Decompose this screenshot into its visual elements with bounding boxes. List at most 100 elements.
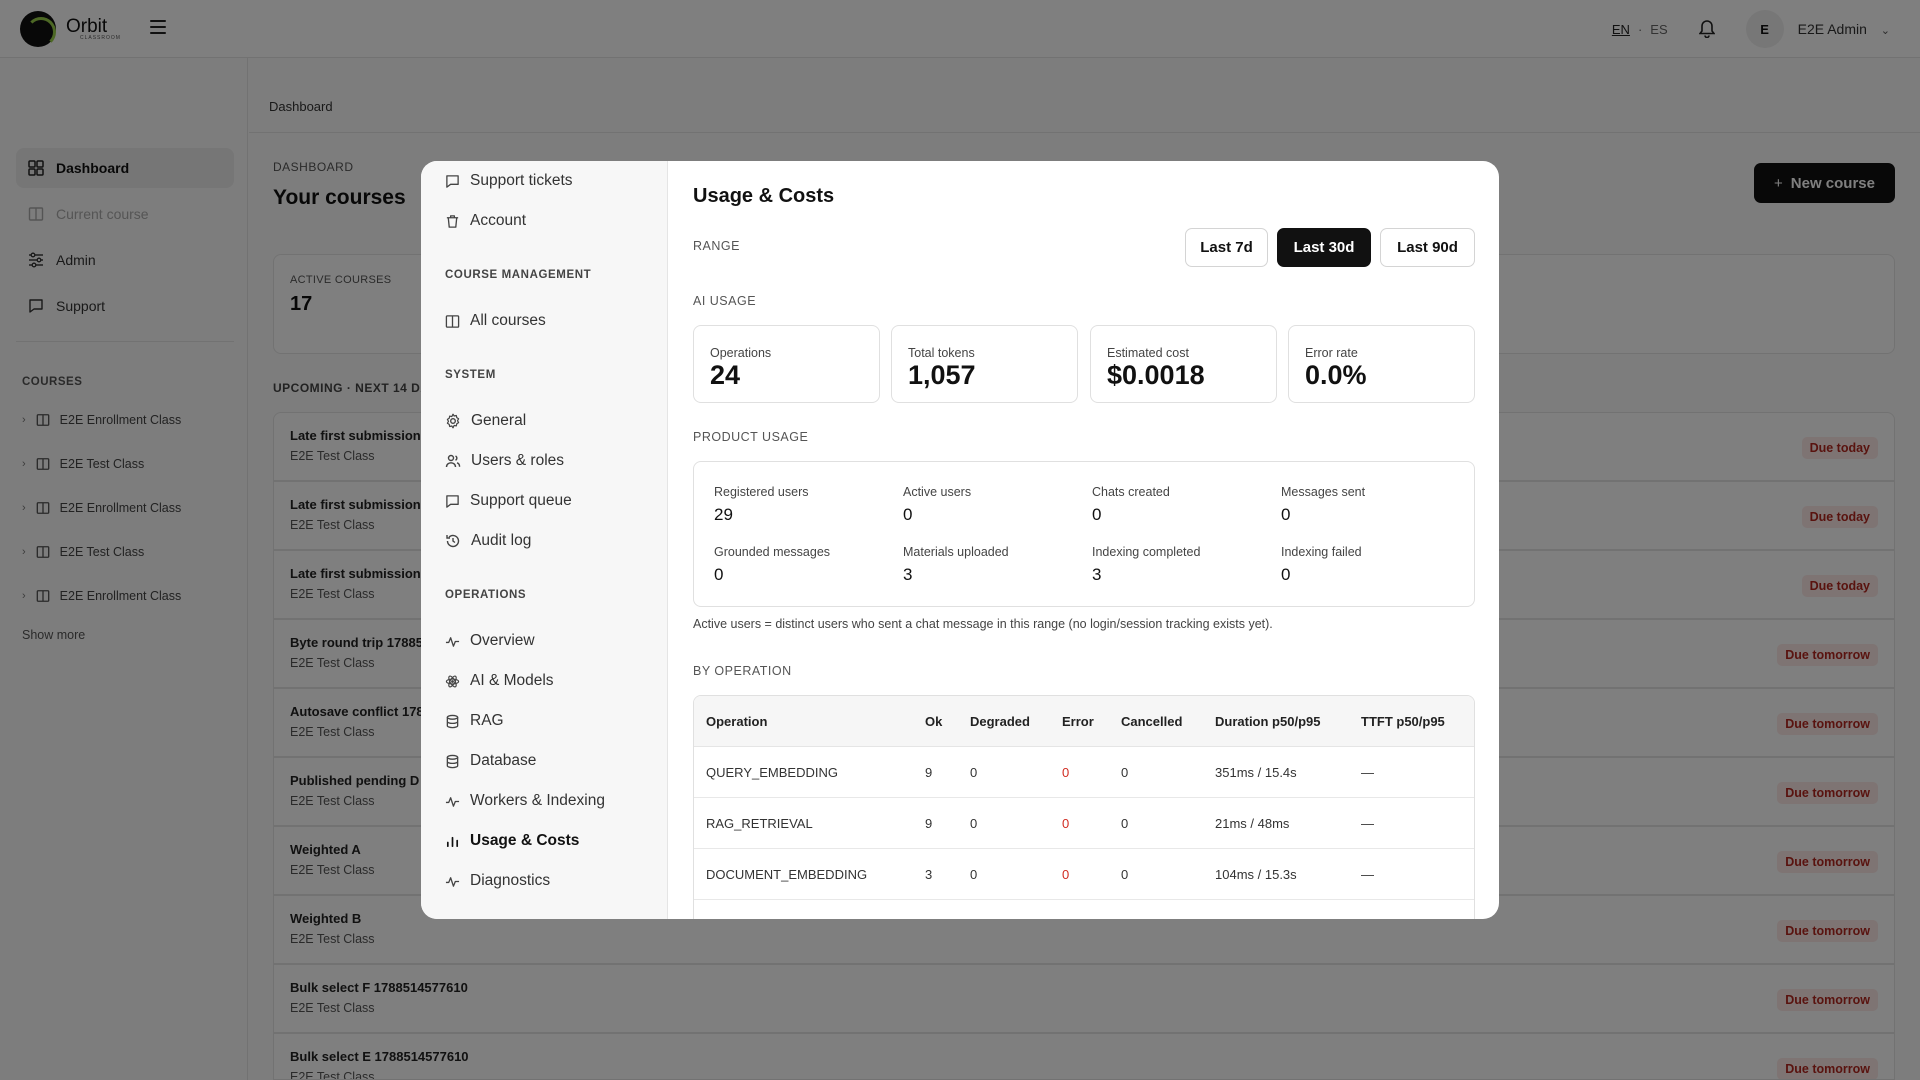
kpi-error-rate: Error rate 0.0% [1288, 325, 1475, 403]
admin-modal: Support tickets Account COURSE MANAGEMEN… [421, 161, 1499, 919]
course-management-section-label: COURSE MANAGEMENT [445, 269, 592, 281]
chat-bubble-icon [446, 174, 459, 188]
trash-icon [446, 214, 459, 228]
column-header[interactable]: Operation [706, 714, 767, 729]
nav-item-label: Database [470, 752, 537, 769]
nav-item-all-courses[interactable]: All courses [445, 312, 546, 330]
activity-icon [445, 876, 460, 887]
cell-operation: RAG_RETRIEVAL [706, 816, 813, 831]
activity-icon [445, 636, 460, 647]
modal-nav: Support tickets Account COURSE MANAGEMEN… [421, 161, 668, 919]
chat-bubble-icon [446, 494, 459, 508]
cell-error: 0 [1062, 765, 1070, 780]
nav-item-general[interactable]: General [445, 412, 526, 430]
kpi-value: $0.0018 [1107, 360, 1205, 390]
table-row: QUERY_EMBEDDING 9 0 0 0 351ms / 15.4s — [694, 747, 1474, 798]
nav-item-support-tickets[interactable]: Support tickets [445, 172, 573, 190]
cell-operation: DOCUMENT_EMBEDDING [706, 867, 868, 882]
atom-icon [445, 675, 460, 687]
metric-label: Messages sent [1281, 485, 1366, 499]
nav-item-label: Usage & Costs [470, 832, 580, 849]
nav-item-audit-log[interactable]: Audit log [445, 532, 531, 550]
nav-item-overview[interactable]: Overview [445, 632, 535, 650]
column-header[interactable]: Degraded [970, 714, 1030, 729]
column-header[interactable]: Duration p50/p95 [1215, 714, 1320, 729]
metric-label: Registered users [714, 485, 809, 499]
operations-section-label: OPERATIONS [445, 589, 527, 601]
kpi-label: Estimated cost [1107, 346, 1189, 360]
metric-grounded-messages: Grounded messages 0 [714, 545, 894, 585]
range-30d-button[interactable]: Last 30d [1277, 228, 1371, 267]
nav-item-label: All courses [470, 312, 546, 329]
metric-value: 0 [1092, 505, 1102, 524]
nav-item-label: RAG [470, 712, 504, 729]
column-header[interactable]: Error [1062, 714, 1094, 729]
column-header[interactable]: Cancelled [1121, 714, 1182, 729]
nav-item-account[interactable]: Account [445, 212, 526, 230]
ai-usage-label: AI USAGE [693, 294, 757, 308]
cell-ok: 3 [925, 867, 933, 882]
nav-item-label: Diagnostics [470, 872, 551, 889]
cell-ttft: — [1361, 765, 1374, 780]
history-icon [446, 534, 460, 548]
kpi-total-tokens: Total tokens 1,057 [891, 325, 1078, 403]
cell-degraded: 0 [970, 816, 978, 831]
operations-table: Operation Ok Degraded Error Cancelled Du… [693, 695, 1475, 919]
metric-registered-users: Registered users 29 [714, 485, 894, 525]
gear-icon [446, 413, 460, 429]
nav-item-rag[interactable]: RAG [445, 712, 504, 730]
column-header[interactable]: TTFT p50/p95 [1361, 714, 1445, 729]
cell-ttft: — [1361, 816, 1374, 831]
cell-cancelled: 0 [1121, 867, 1129, 882]
cell-error: 0 [1062, 867, 1070, 882]
range-90d-button[interactable]: Last 90d [1380, 228, 1475, 267]
column-header[interactable]: Ok [925, 714, 942, 729]
cell-ok: 9 [925, 816, 933, 831]
book-icon [445, 314, 460, 328]
nav-item-label: Support queue [470, 492, 572, 509]
product-usage-card: Registered users 29 Active users 0 Chats c… [693, 461, 1475, 607]
product-usage-label: PRODUCT USAGE [693, 430, 809, 444]
metric-label: Indexing failed [1281, 545, 1362, 559]
metric-label: Materials uploaded [903, 545, 1009, 559]
kpi-label: Total tokens [908, 346, 975, 360]
nav-item-support-queue[interactable]: Support queue [445, 492, 572, 510]
range-7d-button[interactable]: Last 7d [1185, 228, 1268, 267]
nav-item-usage-costs[interactable]: Usage & Costs [445, 832, 579, 850]
metric-value: 0 [1281, 505, 1291, 524]
table-row: RAG_RETRIEVAL 9 0 0 0 21ms / 48ms — [694, 798, 1474, 849]
metric-value: 3 [1092, 565, 1102, 584]
nav-item-label: Overview [470, 632, 535, 649]
nav-item-label: General [471, 412, 527, 429]
nav-item-label: AI & Models [470, 672, 554, 689]
kpi-value: 24 [710, 360, 741, 390]
range-label: RANGE [693, 239, 740, 253]
metric-label: Grounded messages [714, 545, 831, 559]
nav-item-ai-models[interactable]: AI & Models [445, 672, 554, 690]
nav-item-label: Audit log [471, 532, 532, 549]
kpi-label: Error rate [1305, 346, 1358, 360]
cell-operation: QUERY_EMBEDDING [706, 765, 838, 780]
kpi-label: Operations [710, 346, 772, 360]
nav-item-workers-indexing[interactable]: Workers & Indexing [445, 792, 605, 810]
users-icon [445, 454, 461, 468]
metric-materials-uploaded: Materials uploaded 3 [903, 545, 1083, 585]
table-header: Operation Ok Degraded Error Cancelled Du… [694, 696, 1474, 747]
nav-item-database[interactable]: Database [445, 752, 536, 770]
nav-item-label: Users & roles [471, 452, 565, 469]
bar-chart-icon [446, 836, 459, 847]
metric-active-users: Active users 0 [903, 485, 1083, 525]
metric-label: Indexing completed [1092, 545, 1201, 559]
nav-item-diagnostics[interactable]: Diagnostics [445, 872, 550, 890]
nav-item-users-roles[interactable]: Users & roles [445, 452, 564, 470]
cell-error: 0 [1062, 816, 1070, 831]
kpi-estimated-cost: Estimated cost $0.0018 [1090, 325, 1277, 403]
cell-duration: 351ms / 15.4s [1215, 765, 1297, 780]
metric-label: Active users [903, 485, 972, 499]
cell-degraded: 0 [970, 867, 978, 882]
metric-indexing-completed: Indexing completed 3 [1092, 545, 1272, 585]
cell-duration: 21ms / 48ms [1215, 816, 1290, 831]
kpi-value: 0.0% [1305, 360, 1367, 390]
nav-item-label: Workers & Indexing [470, 792, 605, 809]
cell-ttft: — [1361, 867, 1374, 882]
